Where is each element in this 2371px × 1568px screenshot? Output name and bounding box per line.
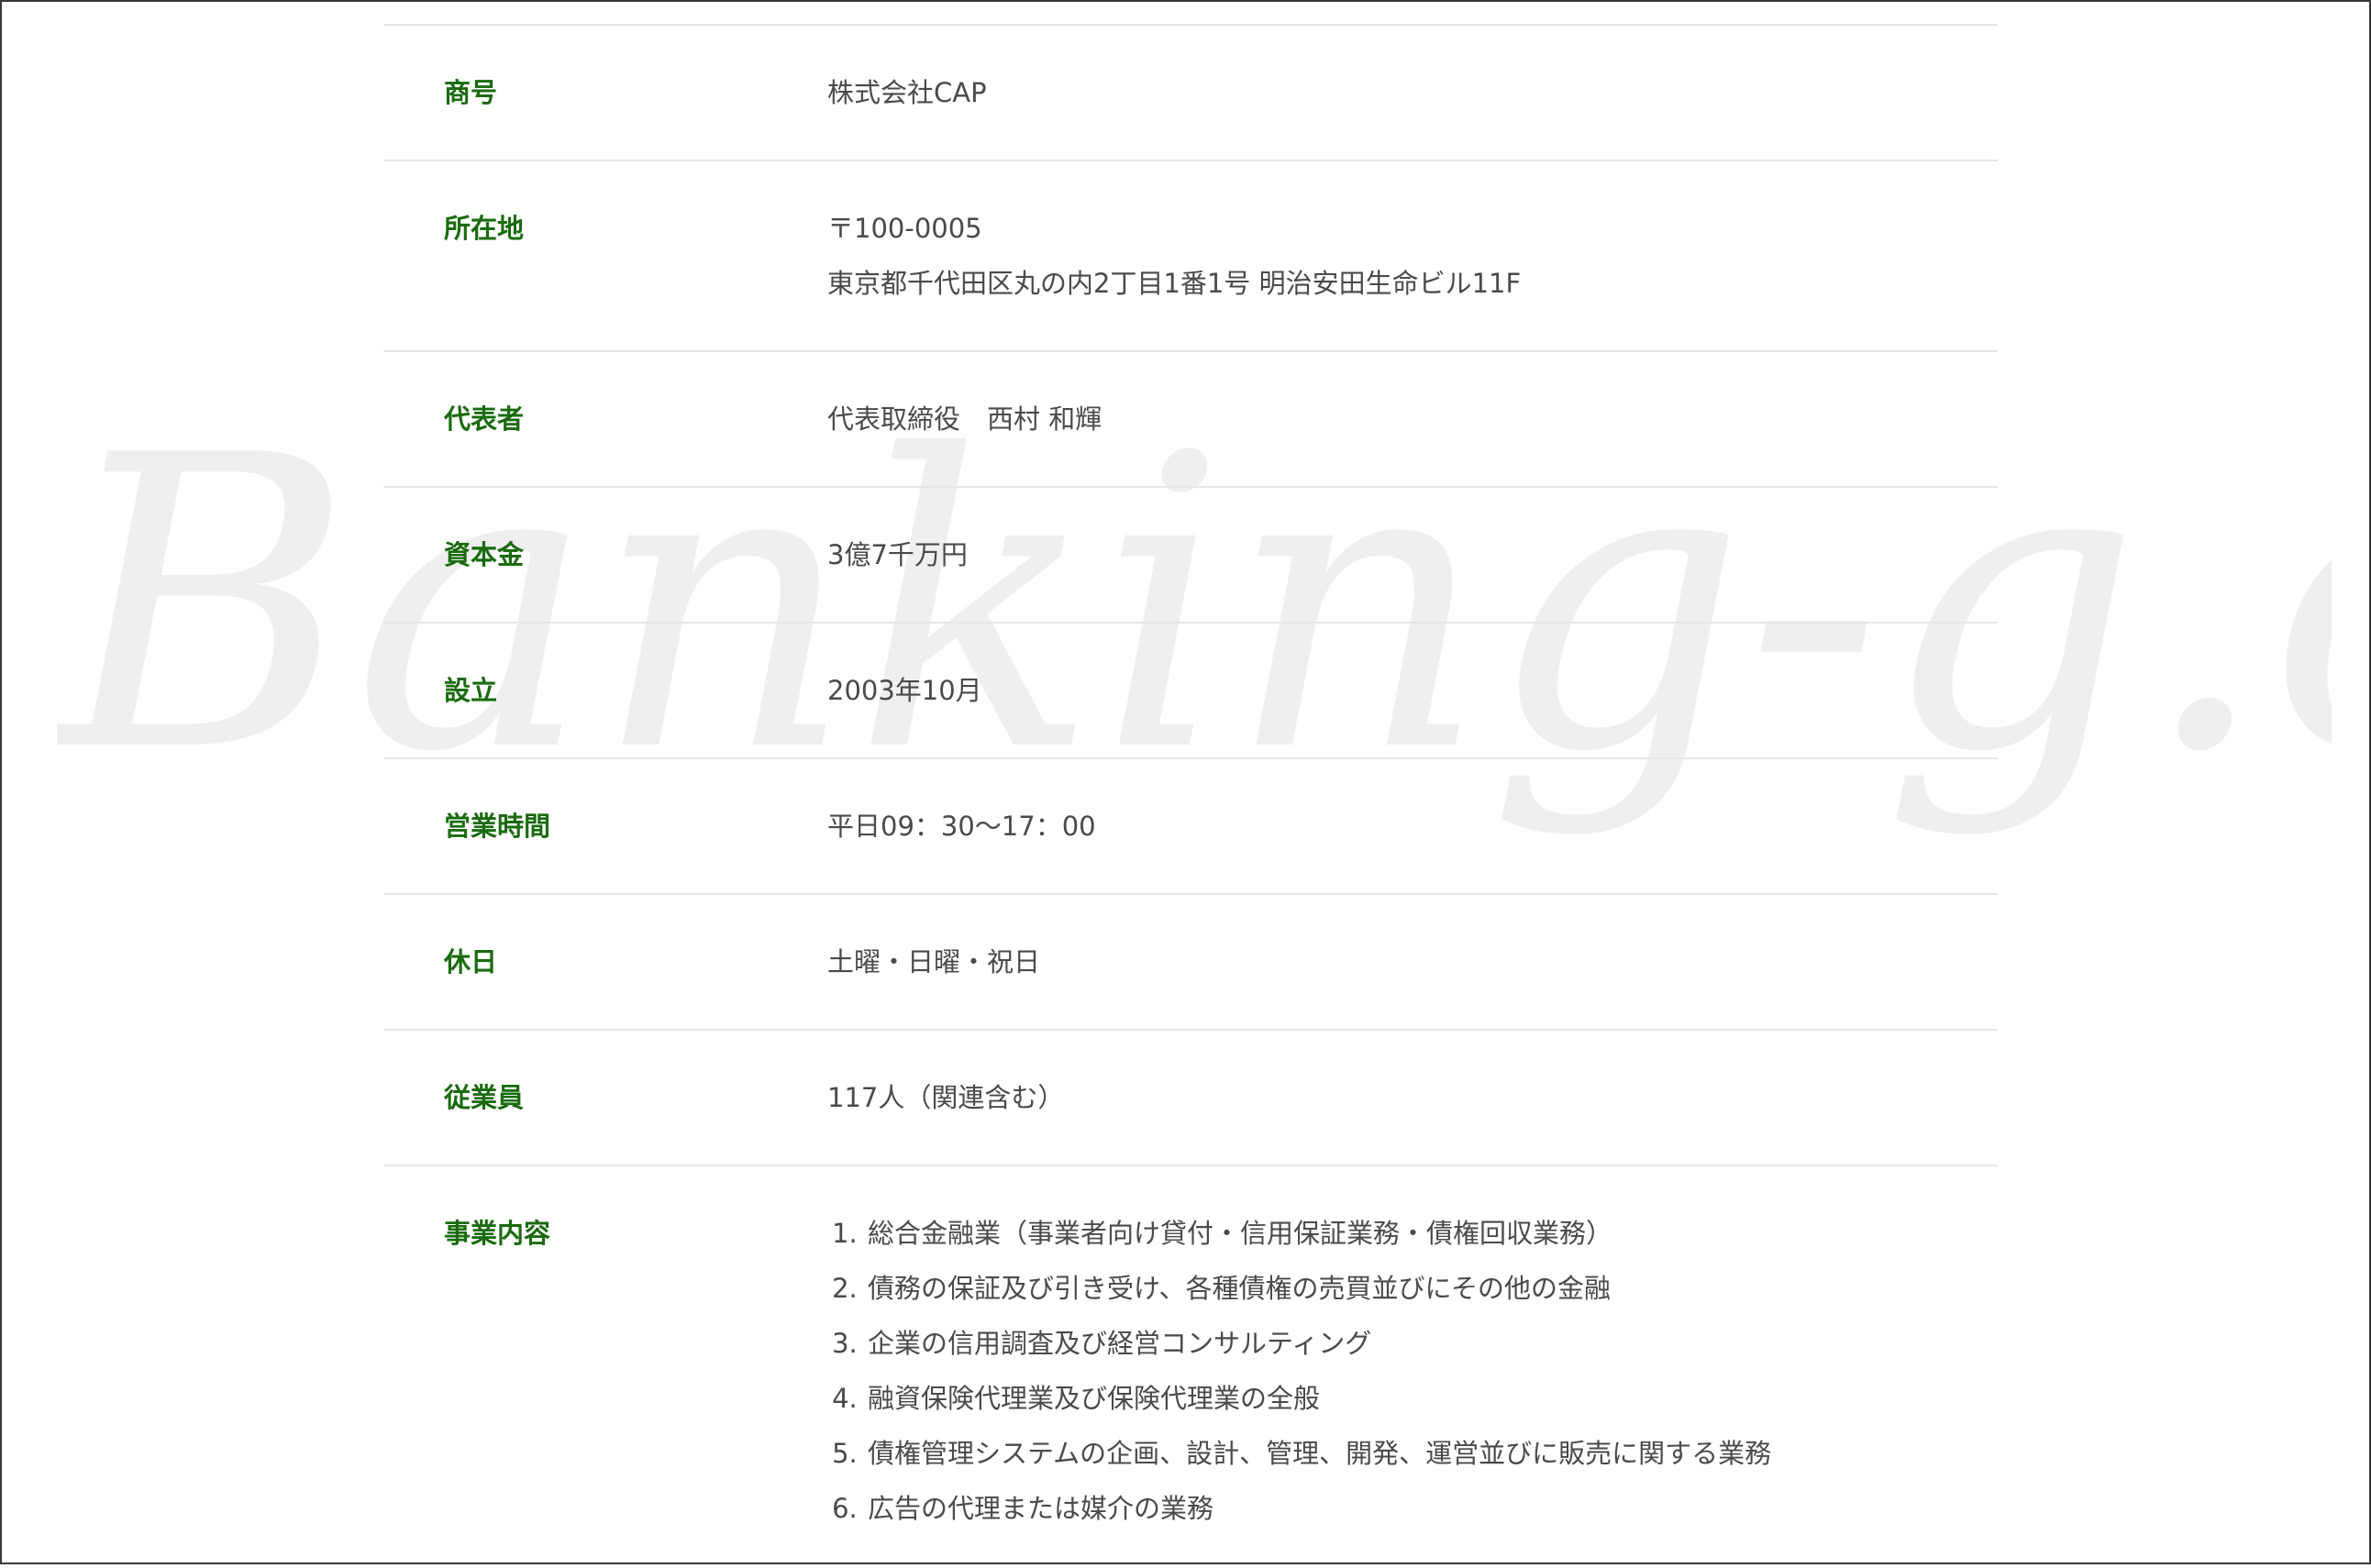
label-holidays: 休日 — [444, 946, 498, 977]
list-item: 総合金融業（事業者向け貸付・信用保証業務・債権回収業務） — [866, 1206, 1998, 1261]
label-representative: 代表者 — [444, 403, 525, 435]
row-holidays: 休日 土曜・日曜・祝日 — [383, 893, 1998, 1029]
row-employees: 従業員 117人（関連含む） — [383, 1029, 1998, 1165]
label-business-content: 事業内容 — [444, 1218, 551, 1249]
label-employees: 従業員 — [444, 1082, 525, 1113]
business-list: 総合金融業（事業者向け貸付・信用保証業務・債権回収業務） 債務の保証及び引き受け… — [827, 1206, 1998, 1536]
list-item: 債権管理システムの企画、設計、管理、開発、運営並びに販売に関する業務 — [866, 1426, 1998, 1481]
value-established: 2003年10月 — [827, 675, 982, 706]
row-company-name: 商号 株式会社CAP — [383, 24, 1998, 160]
label-capital: 資本金 — [444, 539, 525, 570]
street-address: 東京都千代田区丸の内2丁目1番1号 明治安田生命ビル11F — [827, 268, 1522, 299]
row-business-hours: 営業時間 平日09：30〜17：00 — [383, 757, 1998, 893]
value-representative: 代表取締役 西村 和輝 — [827, 403, 1102, 435]
list-item: 広告の代理または媒介の業務 — [866, 1481, 1998, 1536]
list-item: 企業の信用調査及び経営コンサルティング — [866, 1316, 1998, 1371]
row-representative: 代表者 代表取締役 西村 和輝 — [383, 350, 1998, 486]
list-item: 融資保険代理業及び保険代理業の全般 — [866, 1371, 1998, 1426]
row-capital: 資本金 3億7千万円 — [383, 486, 1998, 622]
row-established: 設立 2003年10月 — [383, 622, 1998, 757]
postal-code: 〒100-0005 — [827, 213, 982, 244]
value-company-name: 株式会社CAP — [827, 77, 987, 108]
label-address: 所在地 — [444, 213, 525, 244]
row-address: 所在地 〒100-0005 東京都千代田区丸の内2丁目1番1号 明治安田生命ビル… — [383, 160, 1998, 350]
list-item: 債務の保証及び引き受け、各種債権の売買並びにその他の金融 — [866, 1261, 1998, 1316]
label-established: 設立 — [444, 675, 498, 706]
value-employees: 117人（関連含む） — [827, 1082, 1065, 1113]
row-business-content: 事業内容 総合金融業（事業者向け貸付・信用保証業務・債権回収業務） 債務の保証及… — [383, 1165, 1998, 1568]
value-capital: 3億7千万円 — [827, 539, 968, 570]
value-address: 〒100-0005 東京都千代田区丸の内2丁目1番1号 明治安田生命ビル11F — [827, 201, 1998, 350]
label-company-name: 商号 — [444, 77, 498, 108]
company-info-table: 商号 株式会社CAP 所在地 〒100-0005 東京都千代田区丸の内2丁目1番… — [383, 24, 1998, 1568]
value-business-content: 総合金融業（事業者向け貸付・信用保証業務・債権回収業務） 債務の保証及び引き受け… — [827, 1206, 1998, 1568]
value-business-hours: 平日09：30〜17：00 — [827, 811, 1096, 842]
value-holidays: 土曜・日曜・祝日 — [827, 946, 1041, 977]
label-business-hours: 営業時間 — [444, 811, 551, 842]
